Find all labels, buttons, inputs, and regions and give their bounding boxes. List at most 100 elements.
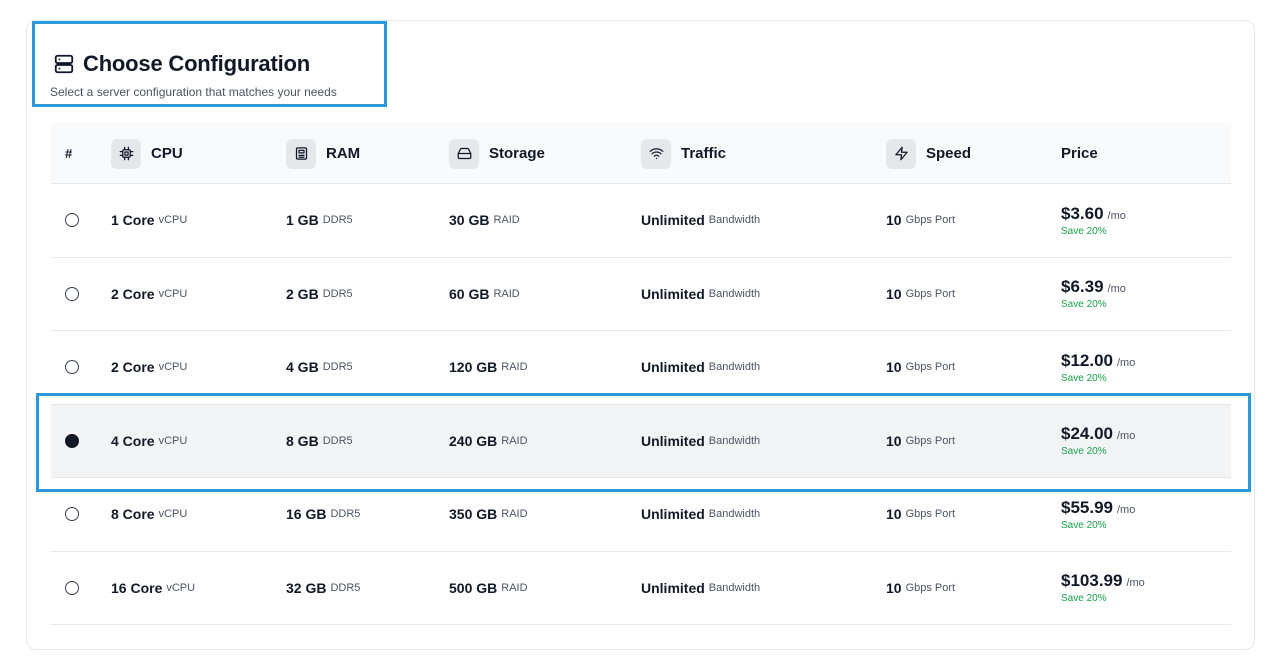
radio-button[interactable] [65, 213, 79, 228]
column-header-speed-label: Speed [926, 145, 972, 162]
price-line: $3.60/mo [1061, 204, 1126, 224]
radio-cell[interactable] [65, 331, 79, 404]
speed-value: 10 [886, 212, 902, 229]
traffic-cell: Unlimited Bandwidth [641, 331, 760, 404]
storage-unit: RAID [501, 434, 528, 447]
ram-value: 2 GB [286, 285, 319, 302]
price-cell: $3.60/mo Save 20% [1061, 184, 1126, 257]
table-row[interactable]: 16 Core vCPU 32 GB DDR5 500 GB RAID Unlimited B… [51, 552, 1231, 625]
traffic-unit: Bandwidth [708, 508, 761, 521]
table-body: 1 Core vCPU 1 GB DDR5 30 GB RAID Unlimited Band… [51, 184, 1231, 625]
storage-value: 60 GB [449, 285, 490, 302]
ram-cell: 2 GB DDR5 [286, 258, 353, 331]
cpu-unit: vCPU [158, 508, 188, 521]
ram-cell: 1 GB DDR5 [286, 184, 353, 257]
ram-value: 16 GB [286, 506, 327, 523]
traffic-value: Unlimited [641, 579, 705, 596]
storage-unit: RAID [493, 287, 520, 300]
price-period: /mo [1117, 356, 1136, 369]
storage-value: 240 GB [449, 432, 498, 449]
table-row[interactable]: 8 Core vCPU 16 GB DDR5 350 GB RAID Unlimited Ba… [51, 478, 1231, 552]
cpu-value: 2 Core [111, 285, 155, 302]
speed-unit: Gbps Port [905, 434, 956, 447]
table-row[interactable]: 4 Core vCPU 8 GB DDR5 240 GB RAID Unlimited Ban… [51, 404, 1231, 478]
radio-button[interactable] [65, 507, 79, 522]
traffic-value: Unlimited [641, 285, 705, 302]
cpu-icon [111, 138, 141, 169]
storage-cell: 60 GB RAID [449, 258, 520, 331]
radio-cell[interactable] [65, 478, 79, 551]
speed-unit: Gbps Port [905, 214, 956, 227]
page-header: Choose Configuration [53, 51, 310, 77]
cpu-value: 8 Core [111, 506, 155, 523]
price-cell: $103.99/mo Save 20% [1061, 552, 1145, 625]
price-period: /mo [1117, 503, 1136, 516]
table-row[interactable]: 2 Core vCPU 4 GB DDR5 120 GB RAID Unlimited Ban… [51, 331, 1231, 405]
cpu-value: 4 Core [111, 432, 155, 449]
traffic-cell: Unlimited Bandwidth [641, 405, 760, 478]
column-header-storage-label: Storage [489, 145, 545, 162]
ram-value: 4 GB [286, 359, 319, 376]
wifi-icon [641, 138, 671, 169]
ram-unit: DDR5 [322, 434, 353, 447]
speed-unit: Gbps Port [905, 508, 956, 521]
ram-unit: DDR5 [322, 287, 353, 300]
price-line: $12.00/mo [1061, 351, 1135, 371]
traffic-cell: Unlimited Bandwidth [641, 184, 760, 257]
traffic-value: Unlimited [641, 359, 705, 376]
traffic-value: Unlimited [641, 432, 705, 449]
price-line: $6.39/mo [1061, 277, 1126, 297]
price-line: $24.00/mo [1061, 424, 1135, 444]
cpu-value: 1 Core [111, 212, 155, 229]
table-row[interactable]: 1 Core vCPU 1 GB DDR5 30 GB RAID Unlimited Band… [51, 184, 1231, 258]
configuration-table: # CPU RAM Storage Traffic Speed Price 1 … [51, 123, 1231, 625]
ram-value: 8 GB [286, 432, 319, 449]
storage-value: 500 GB [449, 579, 498, 596]
storage-cell: 350 GB RAID [449, 478, 528, 551]
speed-value: 10 [886, 285, 902, 302]
traffic-value: Unlimited [641, 212, 705, 229]
radio-cell[interactable] [65, 258, 79, 331]
cpu-unit: vCPU [158, 361, 188, 374]
save-badge: Save 20% [1061, 593, 1107, 605]
column-header-cpu: CPU [111, 123, 183, 184]
server-icon [53, 53, 75, 75]
price-cell: $55.99/mo Save 20% [1061, 478, 1135, 551]
storage-value: 30 GB [449, 212, 490, 229]
price-period: /mo [1126, 577, 1145, 590]
radio-button[interactable] [65, 580, 79, 595]
page-subtitle: Select a server configuration that match… [50, 85, 337, 99]
traffic-cell: Unlimited Bandwidth [641, 478, 760, 551]
save-badge: Save 20% [1061, 299, 1107, 311]
storage-unit: RAID [493, 214, 520, 227]
traffic-unit: Bandwidth [708, 287, 761, 300]
column-header-cpu-label: CPU [151, 145, 183, 162]
radio-cell[interactable] [65, 405, 79, 478]
column-header-ram: RAM [286, 123, 360, 184]
storage-value: 120 GB [449, 359, 498, 376]
ram-cell: 8 GB DDR5 [286, 405, 353, 478]
traffic-cell: Unlimited Bandwidth [641, 258, 760, 331]
table-row[interactable]: 2 Core vCPU 2 GB DDR5 60 GB RAID Unlimited Band… [51, 258, 1231, 331]
column-header-traffic: Traffic [641, 123, 726, 184]
radio-cell[interactable] [65, 184, 79, 257]
ram-unit: DDR5 [330, 508, 361, 521]
storage-unit: RAID [501, 581, 528, 594]
storage-value: 350 GB [449, 506, 498, 523]
ram-value: 1 GB [286, 212, 319, 229]
column-header-ram-label: RAM [326, 145, 361, 162]
save-badge: Save 20% [1061, 225, 1107, 237]
cpu-unit: vCPU [158, 214, 188, 227]
radio-button[interactable] [65, 286, 79, 301]
hard-drive-icon [449, 138, 479, 169]
price-value: $6.39 [1061, 277, 1104, 297]
radio-button[interactable] [65, 433, 79, 448]
cpu-value: 2 Core [111, 359, 155, 376]
radio-button[interactable] [65, 360, 79, 375]
lightning-icon [886, 138, 916, 169]
radio-cell[interactable] [65, 552, 79, 625]
ram-cell: 16 GB DDR5 [286, 478, 360, 551]
ram-unit: DDR5 [322, 361, 353, 374]
traffic-unit: Bandwidth [708, 214, 761, 227]
price-value: $103.99 [1061, 571, 1123, 591]
